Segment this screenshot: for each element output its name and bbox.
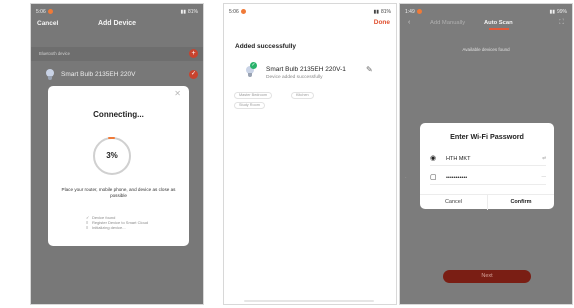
bluetooth-section-header: Bluetooth device + <box>31 47 203 61</box>
close-icon[interactable]: ✕ <box>174 89 181 98</box>
scan-icon[interactable]: ⛶ <box>559 19 564 27</box>
status-bar: 5:06 ▮▮ 81% <box>224 4 396 16</box>
status-time: 5:06 <box>229 8 239 15</box>
phone-wifi-password: 1:49 ▮▮ 99% ‹ Add Manually Auto Scan ⛶ A… <box>399 3 573 305</box>
signal-icon: ▮▮ <box>180 8 186 15</box>
room-chip[interactable]: Master Bedroom <box>234 92 273 99</box>
signal-icon: ▮▮ <box>549 8 555 15</box>
progress-ring: 3% <box>93 137 131 175</box>
tab-add-manually[interactable]: Add Manually <box>430 20 465 26</box>
progress-percent: 3% <box>106 151 118 160</box>
device-list-item[interactable]: Smart Bulb 2135EH 220V ✓ <box>31 65 203 85</box>
ssid-value: HTH MKT <box>446 156 471 162</box>
nav-bar: Cancel Add Device <box>31 18 203 32</box>
room-chip[interactable]: Study Room <box>234 102 265 109</box>
lock-icon: ▢ <box>430 174 437 181</box>
notification-icon <box>47 9 53 14</box>
added-device-card: ✓ Smart Bulb 2135EH 220V-1 Device added … <box>242 62 382 86</box>
screenshot-composite: 5:06 ▮▮ 81% Cancel Add Device Bluetooth … <box>0 0 574 308</box>
progress-arc <box>108 137 115 139</box>
placement-hint: Place your router, mobile phone, and dev… <box>61 187 176 198</box>
back-icon[interactable]: ‹ <box>408 19 410 26</box>
available-devices-label: Available devices found <box>462 47 510 52</box>
section-label: Bluetooth device <box>39 51 70 56</box>
step-label: Initializing device... <box>92 225 126 230</box>
device-name: Smart Bulb 2135EH 220V <box>61 71 136 78</box>
dialog-buttons: Cancel Confirm <box>420 194 554 210</box>
dialog-title: Connecting... <box>93 110 144 119</box>
done-button[interactable]: Done <box>374 19 390 26</box>
password-value: ••••••••••• <box>446 175 468 181</box>
battery-level: 81% <box>380 8 391 15</box>
battery-level: 81% <box>187 8 198 15</box>
bulb-icon <box>46 69 54 81</box>
notification-icon <box>416 9 422 14</box>
page-title: Add Device <box>97 20 137 27</box>
nav-bar: ‹ Add Manually Auto Scan ⛶ <box>400 19 572 31</box>
confirm-button[interactable]: Confirm <box>487 195 554 210</box>
notification-icon <box>240 9 246 14</box>
phone-add-device-connecting: 5:06 ▮▮ 81% Cancel Add Device Bluetooth … <box>30 3 204 305</box>
next-button[interactable]: Next <box>443 270 531 283</box>
tab-auto-scan[interactable]: Auto Scan <box>484 20 513 26</box>
signal-icon: ▮▮ <box>373 8 379 15</box>
scroll-indicator: · <box>405 175 407 181</box>
success-heading: Added successfully <box>235 43 297 50</box>
home-indicator <box>244 300 374 302</box>
visibility-toggle-icon[interactable]: — <box>542 174 547 179</box>
battery-level: 99% <box>556 8 567 15</box>
phone-added-successfully: 5:06 ▮▮ 81% Done Added successfully ✓ Sm… <box>223 3 397 305</box>
device-name: Smart Bulb 2135EH 220V-1 <box>266 66 346 73</box>
wifi-ssid-field[interactable]: ◉ HTH MKT ⇄ <box>430 154 546 166</box>
room-chip[interactable]: Kitchen <box>291 92 314 99</box>
step-status-icon: ≡ <box>86 225 89 230</box>
connecting-dialog: ✕ Connecting... 3% Place your router, mo… <box>48 86 189 246</box>
check-icon: ✓ <box>189 70 198 79</box>
wifi-icon: ◉ <box>430 155 437 162</box>
add-icon[interactable]: + <box>189 49 198 58</box>
step-item: ≡ Initializing device... <box>86 225 148 230</box>
dialog-title: Enter Wi-Fi Password <box>450 132 524 141</box>
status-time: 1:49 <box>405 8 415 15</box>
cancel-button[interactable]: Cancel <box>420 199 487 205</box>
status-time: 5:06 <box>36 8 46 15</box>
password-field[interactable]: ▢ ••••••••••• — <box>430 173 546 185</box>
connection-steps: ✓ Device found ≡ Register Device to Smar… <box>86 215 148 230</box>
success-check-icon: ✓ <box>250 62 257 69</box>
edit-icon[interactable]: ✎ <box>366 65 373 74</box>
status-bar: 1:49 ▮▮ 99% <box>400 4 572 16</box>
wifi-password-dialog: Enter Wi-Fi Password ◉ HTH MKT ⇄ ▢ •••••… <box>420 123 554 210</box>
active-tab-indicator <box>489 28 509 30</box>
status-bar: 5:06 ▮▮ 81% <box>31 4 203 16</box>
device-status: Device added successfully <box>266 75 323 80</box>
switch-network-icon[interactable]: ⇄ <box>542 155 546 161</box>
